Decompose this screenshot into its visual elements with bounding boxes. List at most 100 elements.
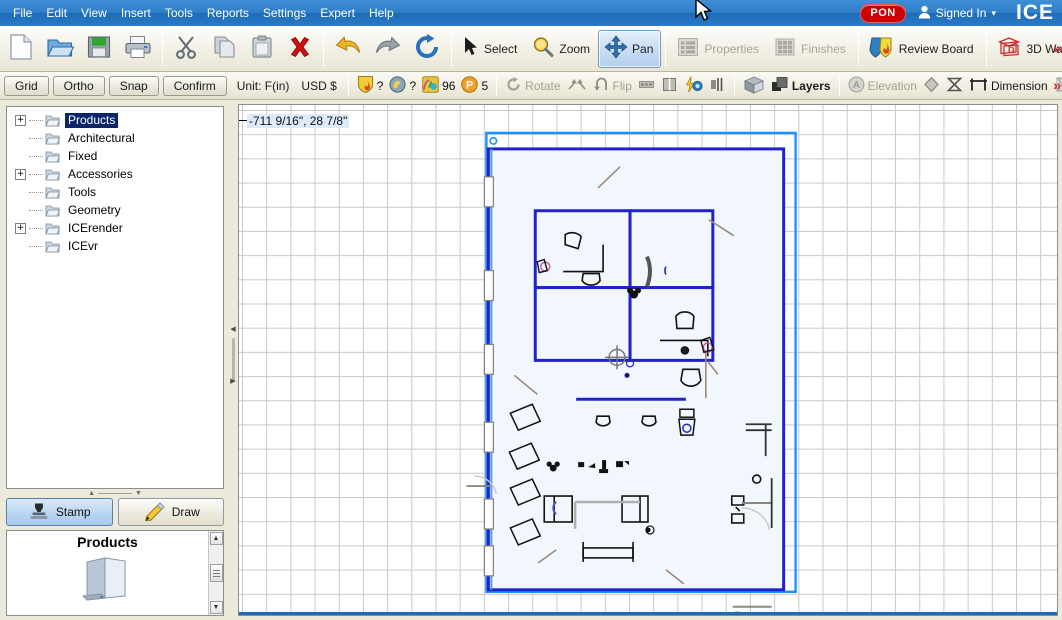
center-align-button[interactable] xyxy=(706,75,729,97)
align-horizontal-button[interactable] xyxy=(635,75,658,97)
open-file-button[interactable] xyxy=(40,30,80,68)
rotate-button[interactable]: Rotate xyxy=(502,75,563,97)
menu-item-edit[interactable]: Edit xyxy=(39,3,74,23)
scrollbar-thumb[interactable] xyxy=(209,564,223,582)
splitter-grip[interactable] xyxy=(231,338,235,382)
expander-icon[interactable]: + xyxy=(15,222,26,234)
confirm-button[interactable]: Confirm xyxy=(162,75,227,96)
pon-badge[interactable]: PON xyxy=(860,3,906,23)
diamond-tool-button[interactable] xyxy=(920,75,943,97)
menu-item-expert[interactable]: Expert xyxy=(313,3,362,23)
select-tool-button[interactable]: Select xyxy=(456,30,525,68)
scroll-up-arrow-icon[interactable]: ▲ xyxy=(209,532,223,545)
tree-item-geometry[interactable]: Geometry xyxy=(9,201,221,219)
person-icon xyxy=(918,5,931,22)
warehouse-button[interactable]: D 3D Warehouse xyxy=(991,30,1062,68)
layers-button[interactable]: Layers xyxy=(768,74,834,97)
layers-label: Layers xyxy=(791,78,831,93)
palette-folder-icon[interactable] xyxy=(7,552,208,607)
grid-toggle-button[interactable]: Grid xyxy=(4,75,49,96)
draw-label: Draw xyxy=(171,505,200,519)
splitter-down-arrow-icon[interactable]: ▼ xyxy=(135,490,142,497)
palette-scrollbar[interactable]: ▲ ▼ xyxy=(208,531,223,615)
snap-toggle-button[interactable]: Snap xyxy=(108,75,159,96)
pan-tool-button[interactable]: Pan xyxy=(598,29,662,68)
tree-item-tools[interactable]: Tools xyxy=(9,183,221,201)
toolbar-overflow-button[interactable]: » xyxy=(1053,40,1061,56)
p-count-badge[interactable]: P 5 xyxy=(458,75,491,97)
paste-button[interactable] xyxy=(243,30,281,68)
circle-status-badge[interactable]: ? xyxy=(386,75,419,97)
hourglass-tool-button[interactable] xyxy=(943,75,966,97)
expander-icon[interactable]: + xyxy=(15,168,26,180)
tree-item-architectural[interactable]: Architectural xyxy=(9,129,221,147)
layers-3d-button[interactable] xyxy=(740,74,768,98)
ortho-toggle-button[interactable]: Ortho xyxy=(52,75,105,96)
splitter-up-arrow-icon[interactable]: ▲ xyxy=(88,490,95,497)
tree-item-accessories[interactable]: + Accessories xyxy=(9,165,221,183)
delete-button[interactable] xyxy=(281,30,319,68)
tree-item-icevr[interactable]: ICEvr xyxy=(9,237,221,255)
orange-p-icon: P xyxy=(461,75,479,96)
shapes-count-badge[interactable]: 96 xyxy=(419,75,458,97)
menu-item-settings[interactable]: Settings xyxy=(256,3,313,23)
main-body: + Products Architectural Fixed + Accesso… xyxy=(0,100,1062,620)
review-board-button[interactable]: Review Board xyxy=(863,30,982,68)
stamp-mode-button[interactable]: Stamp xyxy=(6,498,113,526)
menu-item-reports[interactable]: Reports xyxy=(200,3,256,23)
floor-plan-drawing[interactable] xyxy=(239,105,1057,612)
menu-item-view[interactable]: View xyxy=(74,3,114,23)
print-button[interactable] xyxy=(118,30,158,68)
menu-item-tools[interactable]: Tools xyxy=(158,3,200,23)
draw-mode-button[interactable]: Draw xyxy=(117,498,224,526)
svg-text:D: D xyxy=(1008,45,1015,55)
elevation-button[interactable]: A Elevation xyxy=(845,75,920,97)
new-file-button[interactable] xyxy=(2,30,40,68)
cut-button[interactable] xyxy=(167,30,205,68)
flip-button[interactable]: Flip xyxy=(590,75,635,97)
application-window: File Edit View Insert Tools Reports Sett… xyxy=(0,0,1062,620)
properties-tool-group: Properties Finishes xyxy=(670,26,853,71)
stamp-label: Stamp xyxy=(55,505,91,519)
align-vertical-button[interactable] xyxy=(658,75,681,97)
center-bars-icon xyxy=(709,76,726,96)
menu-item-file[interactable]: File xyxy=(6,3,39,23)
dimension-button[interactable]: Dimension xyxy=(966,75,1051,97)
finishes-button[interactable]: Finishes xyxy=(767,30,854,68)
flip-label: Flip xyxy=(612,78,632,93)
splitter-right-arrow-icon[interactable]: ▶ xyxy=(230,377,235,385)
properties-button[interactable]: Properties xyxy=(670,30,767,68)
zoom-tool-button[interactable]: Zoom xyxy=(525,30,598,68)
menu-bar: File Edit View Insert Tools Reports Sett… xyxy=(0,0,1062,26)
quick-action-button[interactable] xyxy=(681,75,706,97)
shield-status-badge[interactable]: ? xyxy=(354,74,387,97)
menubar-right-group: PON Signed In ▾ ICE xyxy=(860,0,1062,26)
scroll-down-arrow-icon[interactable]: ▼ xyxy=(209,601,223,614)
redo-button[interactable] xyxy=(368,30,408,68)
menu-item-insert[interactable]: Insert xyxy=(114,3,158,23)
products-palette[interactable]: Products ▲ ▼ xyxy=(6,530,224,616)
undo-button[interactable] xyxy=(328,30,368,68)
mirror-button[interactable] xyxy=(564,75,590,97)
copy-button[interactable] xyxy=(205,30,243,68)
signed-in-menu[interactable]: Signed In ▾ xyxy=(918,5,996,22)
expander-icon[interactable]: + xyxy=(15,114,26,126)
layers-grid-icon xyxy=(743,75,765,97)
menu-item-help[interactable]: Help xyxy=(362,3,401,23)
toolbar2-overflow-button[interactable]: » xyxy=(1053,77,1061,93)
panel-horizontal-splitter[interactable]: ▲ ▼ xyxy=(6,489,224,498)
refresh-button[interactable] xyxy=(408,30,447,68)
save-button[interactable] xyxy=(80,30,118,68)
shapes-icon xyxy=(422,75,439,96)
drawing-canvas[interactable]: -711 9/16", 28 7/8" xyxy=(238,104,1058,616)
tree-item-products[interactable]: + Products xyxy=(9,111,221,129)
tree-item-icerender[interactable]: + ICErender xyxy=(9,219,221,237)
panel-vertical-splitter[interactable]: ◀ ▶ xyxy=(228,100,238,620)
tree-item-fixed[interactable]: Fixed xyxy=(9,147,221,165)
splitter-left-arrow-icon[interactable]: ◀ xyxy=(230,325,235,333)
refresh-circular-icon xyxy=(414,34,441,63)
folder-icon xyxy=(45,150,61,163)
tree-item-label: Accessories xyxy=(68,166,133,181)
toolbar-separator xyxy=(451,31,452,66)
catalog-tree[interactable]: + Products Architectural Fixed + Accesso… xyxy=(6,106,224,489)
